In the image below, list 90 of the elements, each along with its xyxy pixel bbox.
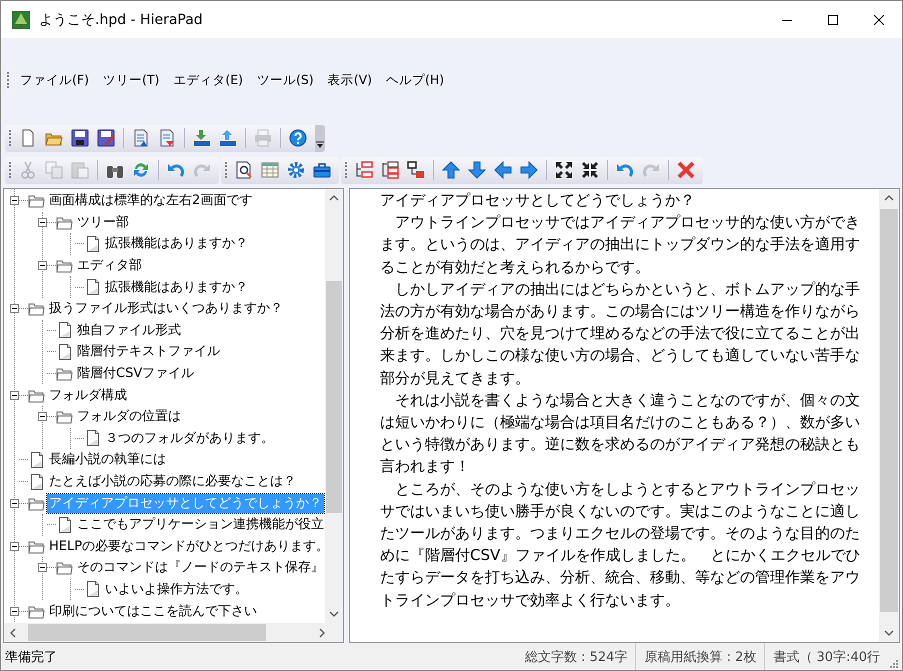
arrow-right-icon[interactable] (518, 159, 540, 181)
grip-handle[interactable] (345, 162, 348, 178)
arrow-up-icon[interactable] (440, 159, 462, 181)
paragraph: アウトラインプロセッサではアイディアプロセッサ的な使い方ができます。というのは、アイディアの抽出にトップダウン的な手法を適用することが有効だと考えられるからです。 (380, 212, 861, 278)
tree-item[interactable]: フォルダの位置は (75, 407, 183, 426)
document-icon (28, 474, 45, 490)
folder-icon (56, 366, 73, 382)
menu-item[interactable]: 表示(V) (320, 68, 380, 92)
paragraph: それは小説を書くような場合と大きく違うことなのですが、個々の文は短いかわりに（極端な場合は項目名だけのこともある？）、数が多いという特徴があります。逆に数を求めるのがアイディア発想の秘訣とも言われます！ (380, 390, 861, 478)
maximize-icon[interactable] (828, 14, 838, 24)
collapse-toggle-icon[interactable] (38, 261, 47, 270)
menu-item[interactable]: ヘルプ(H) (379, 68, 452, 92)
scroll-down-icon[interactable] (329, 611, 339, 617)
scroll-left-icon[interactable] (10, 628, 16, 638)
close-icon[interactable] (874, 14, 884, 24)
overflow-chevron-icon[interactable] (315, 124, 325, 152)
grip-handle[interactable] (7, 72, 10, 88)
vertical-scrollbar[interactable] (879, 189, 899, 642)
folder-icon (56, 560, 73, 576)
folder-icon (28, 300, 45, 317)
document-icon (84, 581, 101, 598)
tree-item[interactable]: 扱うファイル形式はいくつありますか？ (47, 299, 285, 318)
tree-item[interactable]: 独自ファイル形式 (75, 320, 183, 340)
tree-item[interactable]: 階層付CSVファイル (75, 364, 196, 384)
status-message: 準備完了 (4, 648, 58, 666)
upload-tray-icon[interactable] (217, 127, 239, 149)
help-icon[interactable] (287, 127, 309, 149)
tree-item[interactable]: フォルダ構成 (47, 386, 129, 405)
scroll-up-icon[interactable] (884, 195, 894, 201)
tree-node-icon[interactable] (405, 159, 427, 181)
tree-item[interactable]: 拡張機能はありますか？ (103, 234, 250, 254)
tree-item[interactable]: 階層付テキストファイル (75, 342, 222, 362)
paragraph: アイディアプロセッサとしてどうでしょうか？ (380, 190, 696, 211)
document-icon (56, 516, 73, 533)
grip-handle[interactable] (9, 130, 12, 146)
tree-item[interactable]: ３つのフォルダがあります。 (103, 428, 276, 448)
document-icon (56, 322, 73, 338)
paragraph: ところが、そのような使い方をしようとするとアウトラインプロセッサではいまいち使い勝手が良くないのです。実はこのようなことに適したツールがあります。つまりエクセルの登場です。そのような目的のために『階層付CSV』ファイルを作成しました。 とにかくエクセルでひたすらデータを打ち込み、分析、統合、移動、等などの管理作業をアウトラインプロセッサで効率よく行ないます。 (380, 478, 862, 611)
tree-item[interactable]: ここでもアプリケーション連携機能が役立 (75, 515, 325, 534)
char-count: 総文字数 : 524字 (524, 648, 628, 666)
document-icon (28, 452, 45, 468)
tree-item[interactable]: 長編小説の執筆には (47, 450, 168, 470)
settings-icon[interactable] (285, 159, 307, 181)
collapse-toggle-icon[interactable] (10, 304, 19, 314)
collapse-toggle-icon[interactable] (38, 563, 47, 572)
floppy-pen-icon[interactable] (95, 127, 117, 149)
menu-item[interactable]: エディタ(E) (166, 68, 250, 92)
tree-item[interactable]: そのコマンドは『ノードのテキスト保存』 (75, 558, 325, 578)
document-icon (84, 279, 101, 296)
manuscript-page-count: 原稿用紙換算 : 2枚 (635, 643, 764, 670)
collapse-toggle-icon[interactable] (10, 390, 19, 400)
grip-handle[interactable] (225, 162, 228, 178)
collapse-toggle-icon[interactable] (38, 218, 47, 227)
editor-panel[interactable] (349, 188, 900, 643)
folder-icon (56, 408, 73, 425)
arrow-left-icon[interactable] (492, 159, 514, 181)
menu-item[interactable]: ファイル(F) (13, 68, 96, 92)
tree-item[interactable]: いよいよ操作方法です。 (103, 580, 250, 599)
tree-item[interactable]: 印刷についてはここを読んで下さい (47, 602, 259, 621)
scroll-right-icon[interactable] (319, 628, 325, 638)
tree-item[interactable]: 画面構成は標準的な左右2画面です (47, 191, 254, 210)
document-icon (84, 430, 101, 446)
collapse-toggle-icon[interactable] (10, 542, 19, 551)
scroll-up-icon[interactable] (329, 195, 339, 201)
scroll-down-icon[interactable] (884, 630, 894, 636)
cross-icon[interactable] (675, 159, 697, 181)
vertical-scrollbar[interactable] (325, 189, 343, 623)
folder-icon (56, 258, 73, 274)
download-tray-icon[interactable] (191, 127, 213, 149)
collapse-toggle-icon[interactable] (10, 196, 19, 206)
menu-item[interactable]: ツリー(T) (96, 68, 166, 92)
tree-item[interactable]: ツリー部 (75, 212, 131, 232)
arrow-down-icon[interactable] (466, 159, 488, 181)
tree-item[interactable]: 拡張機能はありますか？ (103, 278, 250, 297)
paragraph: しかしアイディアの抽出にはどちらかというと、ボトムアップ的な手法の方が有効な場合があります。この場合にはツリー構造を作りながら分析を進めたり、穴を見つけて埋めるなどの手法で役に立てることが出来ます。しかしこの様な使い方の場合、どうしても適していない苦手な部分が見えてきます。 (380, 278, 861, 389)
tree-item[interactable]: エディタ部 (75, 256, 144, 276)
grip-handle[interactable] (9, 162, 12, 178)
tree-item[interactable]: たとえば小説の応募の際に必要なことは？ (47, 472, 298, 492)
expand-arrows-icon[interactable] (553, 159, 575, 181)
collapse-toggle-icon[interactable] (10, 606, 19, 616)
document-icon (56, 344, 73, 360)
folder-icon (28, 192, 45, 209)
menu-item[interactable]: ツール(S) (250, 68, 321, 92)
document-icon (84, 236, 101, 252)
collapse-toggle-icon[interactable] (10, 498, 19, 508)
tree-icon (12, 10, 30, 28)
tree-item[interactable]: HELPの必要なコマンドがひとつだけあります。 (47, 536, 325, 556)
window-title: ようこそ.hpd - HieraPad (39, 10, 203, 28)
collapse-toggle-icon[interactable] (38, 412, 47, 422)
format-setting: 書式（ 30字:40行 (764, 643, 888, 670)
